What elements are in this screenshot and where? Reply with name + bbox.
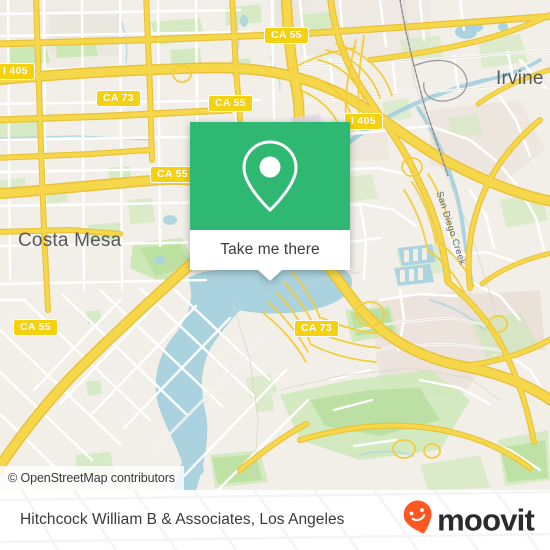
shield-ca-73-left: CA 73 bbox=[96, 90, 141, 107]
shield-ca-55-upper: CA 55 bbox=[208, 95, 253, 112]
location-popup-card[interactable]: Take me there bbox=[190, 122, 350, 281]
take-me-there-label: Take me there bbox=[220, 241, 320, 258]
moovit-brand[interactable]: moovit bbox=[401, 500, 535, 541]
moovit-pin-icon bbox=[401, 500, 435, 541]
shield-ca-73-bottom: CA 73 bbox=[294, 320, 339, 337]
map-pin-icon bbox=[239, 138, 301, 214]
shield-ca-55-mid: CA 55 bbox=[150, 166, 195, 183]
shield-ca-55-top: CA 55 bbox=[264, 27, 309, 44]
popup-header bbox=[190, 122, 350, 230]
popup-pointer-tail bbox=[258, 270, 282, 281]
moovit-wordmark: moovit bbox=[437, 502, 535, 538]
place-label-costa-mesa: Costa Mesa bbox=[18, 230, 122, 251]
map-screenshot: Costa Mesa Irvine San Diego Creek CA 55 … bbox=[0, 0, 550, 550]
place-label-irvine: Irvine bbox=[496, 68, 544, 89]
popup-footer[interactable]: Take me there bbox=[190, 230, 350, 281]
shield-ca-55-bottom: CA 55 bbox=[13, 319, 58, 336]
footer-bar: Hitchcock William B & Associates, Los An… bbox=[0, 490, 550, 550]
map-attribution[interactable]: © OpenStreetMap contributors bbox=[0, 466, 184, 490]
shield-i-405-left: I 405 bbox=[0, 63, 35, 80]
location-title: Hitchcock William B & Associates, Los An… bbox=[20, 511, 345, 528]
map-canvas[interactable]: Costa Mesa Irvine San Diego Creek CA 55 … bbox=[0, 0, 550, 490]
